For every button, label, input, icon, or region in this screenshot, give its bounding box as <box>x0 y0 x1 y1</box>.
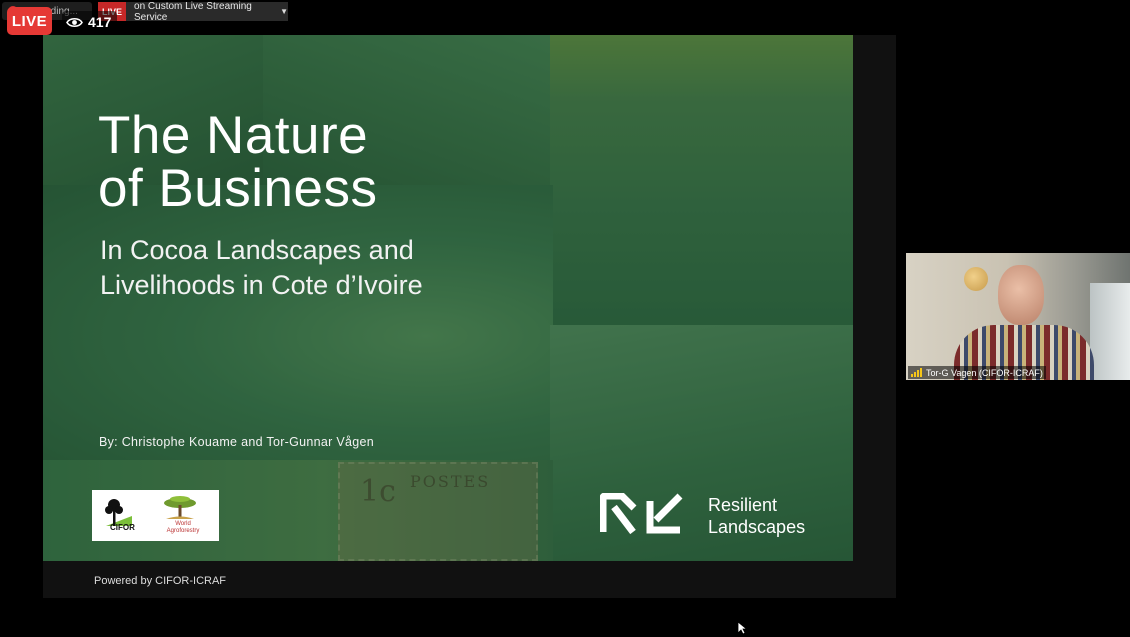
title-line: of Business <box>98 159 378 218</box>
stream-service-label: on Custom Live Streaming Service <box>134 0 252 23</box>
resilient-landscapes-logo-icon <box>600 493 683 535</box>
lamp-shape <box>964 267 988 291</box>
mouse-cursor-icon <box>737 621 747 635</box>
brand-line: Landscapes <box>708 517 806 537</box>
live-stream-menu[interactable]: LIVE on Custom Live Streaming Service ▼ <box>98 0 288 23</box>
slide-subtitle: In Cocoa Landscapes and Livelihoods in C… <box>100 233 423 303</box>
partner-logos: CIFOR World Agroforestry <box>92 490 219 541</box>
participant-video-tile[interactable]: Tor-G Vagen (CIFOR-ICRAF) <box>906 253 1130 380</box>
world-agroforestry-logo-text: World Agroforestry <box>158 521 208 534</box>
wa-line: Agroforestry <box>166 527 200 534</box>
participant-name-label: Tor-G Vagen (CIFOR-ICRAF) <box>908 366 1046 379</box>
live-badge: LIVE <box>7 7 52 35</box>
presentation-slide: 1c POSTES The Nature of Business In Coco… <box>43 35 853 561</box>
window-shape <box>1090 283 1130 380</box>
viewer-count: 417 <box>62 11 118 33</box>
eye-icon <box>66 17 83 27</box>
brand-line: Resilient <box>708 495 778 515</box>
signal-bars-icon <box>911 368 922 377</box>
slide-byline: By: Christophe Kouame and Tor-Gunnar Våg… <box>99 435 375 449</box>
slide-title: The Nature of Business <box>98 109 377 215</box>
title-line: The Nature <box>98 106 369 165</box>
viewer-count-value: 417 <box>88 14 112 30</box>
caret-down-icon[interactable]: ▼ <box>280 7 288 16</box>
acacia-tree-icon <box>164 496 196 519</box>
participant-name: Tor-G Vagen (CIFOR-ICRAF) <box>926 367 1043 378</box>
subtitle-line: In Cocoa Landscapes and <box>100 235 414 265</box>
shared-screen-panel: 1c POSTES The Nature of Business In Coco… <box>43 35 896 598</box>
brand-name: Resilient Landscapes <box>708 494 805 538</box>
subtitle-line: Livelihoods in Cote d’Ivoire <box>100 270 423 300</box>
powered-by-footer: Powered by CIFOR-ICRAF <box>94 575 227 587</box>
participant-head <box>998 265 1044 325</box>
cifor-logo-text: CIFOR <box>110 523 135 532</box>
